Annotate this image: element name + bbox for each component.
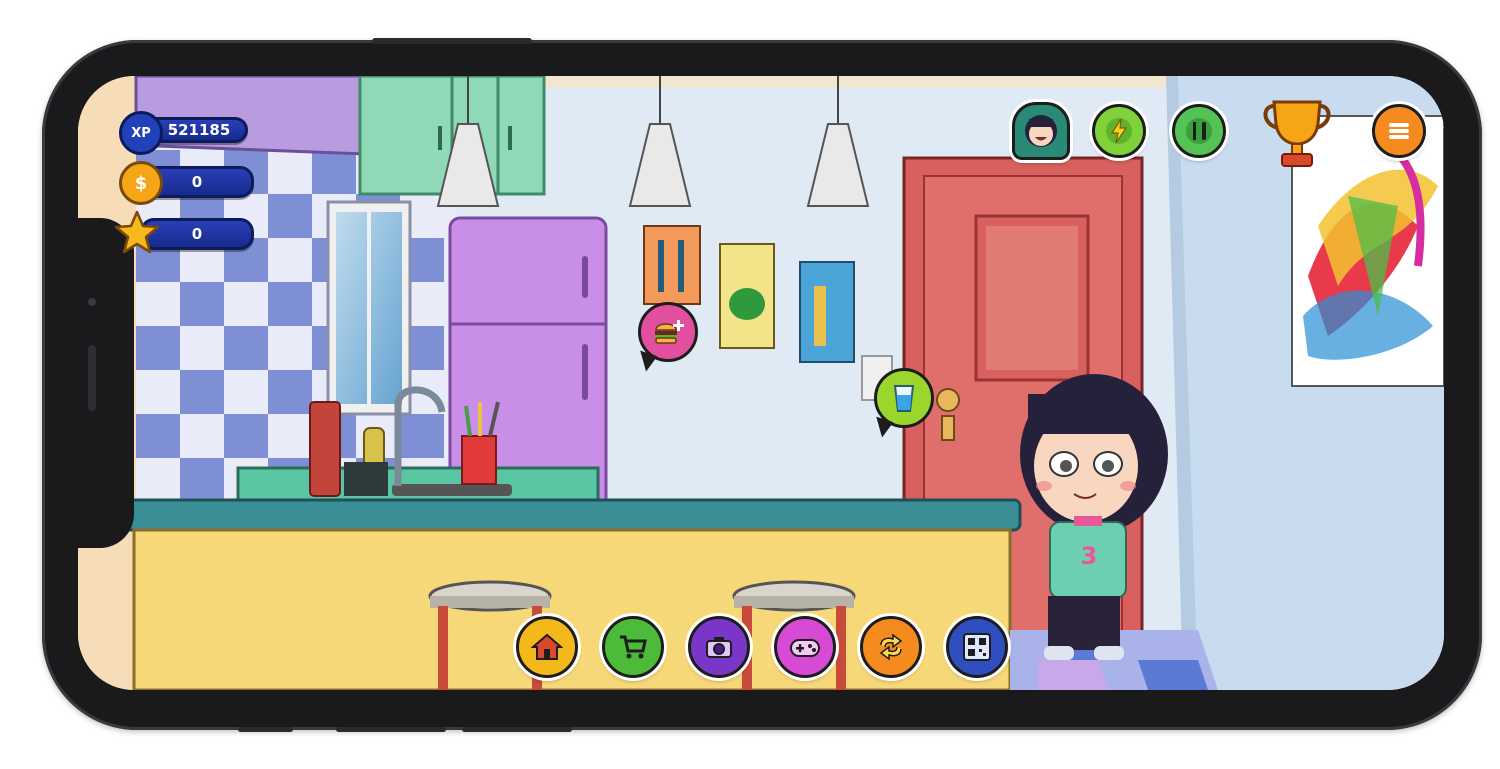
menu-button[interactable] (1372, 104, 1426, 158)
qr-code-icon (963, 633, 991, 661)
kitchen-scene (78, 76, 1444, 690)
camera-icon (706, 637, 732, 658)
trophy-button[interactable] (1258, 94, 1336, 172)
house-icon (531, 633, 563, 660)
water-glass-icon (893, 385, 915, 412)
shirt-number: 3 (1080, 542, 1098, 570)
drink-bubble[interactable] (874, 368, 934, 428)
camera-button[interactable] (688, 616, 750, 678)
xp-label: XP (131, 125, 151, 141)
shop-button[interactable] (602, 616, 664, 678)
phone-side-button (372, 38, 532, 44)
food-button[interactable] (1172, 104, 1226, 158)
coin-symbol: $ (134, 172, 148, 194)
girl-face-icon (1025, 115, 1057, 147)
xp-badge-icon: XP (119, 111, 163, 155)
phone-side-button (462, 727, 572, 732)
avatar-button[interactable] (1012, 102, 1070, 160)
cart-icon (620, 635, 647, 659)
energy-button[interactable] (1092, 104, 1146, 158)
phone-side-button (336, 727, 446, 732)
burger-plus-icon (655, 320, 684, 344)
coins-value: 0 (191, 173, 203, 191)
qr-button[interactable] (946, 616, 1008, 678)
exchange-button[interactable] (860, 616, 922, 678)
gamepad-icon (790, 639, 820, 657)
coin-icon: $ (119, 161, 163, 205)
star-icon (114, 209, 160, 255)
eat-bubble[interactable] (638, 302, 698, 362)
game-screen: 3 (78, 76, 1444, 690)
phone-notch (72, 218, 134, 548)
home-button[interactable] (516, 616, 578, 678)
stars-value: 0 (191, 225, 203, 243)
phone-side-button (238, 727, 293, 732)
trophy-icon (1263, 100, 1331, 167)
hamburger-menu-icon (1389, 123, 1409, 139)
kitchen-window (326, 200, 412, 416)
phone-speaker (88, 345, 96, 411)
xp-value: 521185 (167, 121, 231, 139)
lightning-icon (1106, 118, 1132, 144)
swap-icon (879, 633, 903, 661)
games-button[interactable] (774, 616, 836, 678)
phone-camera (88, 298, 96, 306)
fork-knife-icon (1186, 118, 1212, 144)
